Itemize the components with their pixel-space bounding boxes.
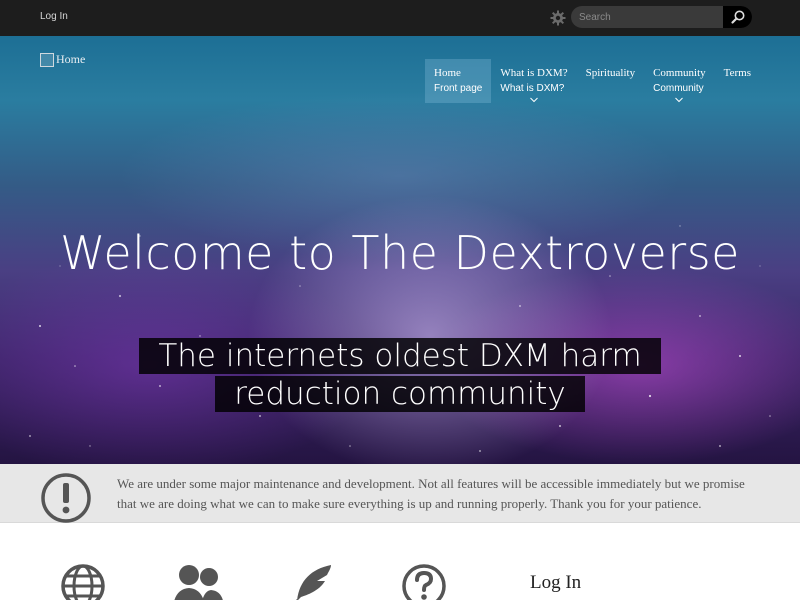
nav-item-label: What is DXM? xyxy=(500,67,568,79)
notice-text: We are under some major maintenance and … xyxy=(117,476,745,511)
nav-item-spirituality[interactable]: Spirituality xyxy=(577,59,645,103)
nav-item-sublabel: Front page xyxy=(434,83,483,94)
hero-banner: Home Home Front page What is DXM? What i… xyxy=(0,36,800,464)
nav-item-label: Home xyxy=(434,67,461,79)
login-heading: Log In xyxy=(530,572,582,593)
nav-item-community[interactable]: Community Community xyxy=(644,59,715,103)
nav-item-sublabel: What is DXM? xyxy=(500,83,565,94)
exclamation-circle-icon xyxy=(41,473,91,523)
chevron-down-icon xyxy=(530,97,538,103)
hero-tagline: The internets oldest DXM harm reduction … xyxy=(98,337,702,413)
search-button[interactable] xyxy=(723,6,752,28)
maintenance-notice: We are under some major maintenance and … xyxy=(0,464,800,523)
gear-icon[interactable] xyxy=(550,10,566,26)
nav-item-label: Spirituality xyxy=(585,67,636,79)
chevron-down-icon xyxy=(675,97,684,103)
broken-image-icon xyxy=(40,52,54,67)
top-bar: Log In xyxy=(0,0,800,36)
nav-item-what-is-dxm[interactable]: What is DXM? What is DXM? xyxy=(491,59,576,103)
search-input[interactable] xyxy=(579,6,719,28)
nav-item-terms[interactable]: Terms xyxy=(715,59,760,103)
features-section: Log In xyxy=(0,523,800,600)
question-icon[interactable] xyxy=(401,563,447,600)
nav-item-sublabel: Community xyxy=(653,83,704,94)
nav-item-home[interactable]: Home Front page xyxy=(425,59,492,103)
hero-headline: Welcome to The Dextroverse xyxy=(60,226,740,280)
nav-item-label: Community xyxy=(653,67,706,79)
hero-tagline-wrap: The internets oldest DXM harm reduction … xyxy=(0,337,800,413)
globe-icon[interactable] xyxy=(60,563,106,600)
search-icon xyxy=(730,10,744,24)
feather-icon[interactable] xyxy=(289,563,335,600)
main-nav: Home Front page What is DXM? What is DXM… xyxy=(425,59,760,103)
login-link[interactable]: Log In xyxy=(40,11,68,22)
home-logo[interactable]: Home xyxy=(40,52,85,67)
hero-tagline-text: The internets oldest DXM harm reduction … xyxy=(139,338,661,412)
users-icon[interactable] xyxy=(171,563,225,600)
nav-item-label: Terms xyxy=(723,67,751,79)
search-box xyxy=(571,6,752,28)
logo-alt-text: Home xyxy=(56,52,86,66)
